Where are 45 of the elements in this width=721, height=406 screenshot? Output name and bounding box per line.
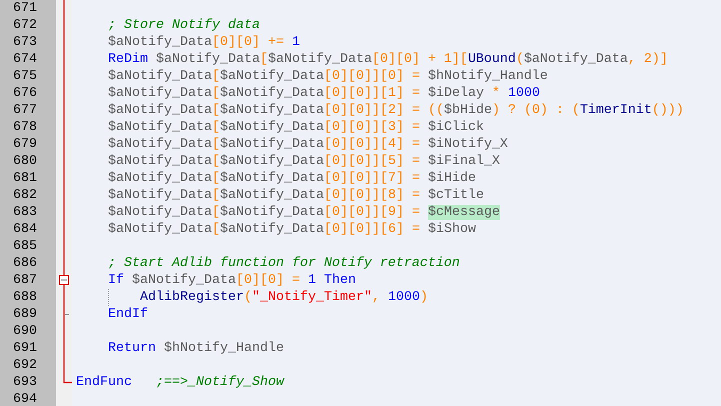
line-number: 693 [13, 374, 37, 391]
code-line: $aNotify_Data[$aNotify_Data[0][0]][4] = $iNotify_X [106, 136, 508, 153]
line-number: 672 [13, 17, 37, 34]
code-line: $aNotify_Data[$aNotify_Data[0][0]][0] = $hNotify_Handle [106, 68, 548, 85]
code-line: $aNotify_Data[$aNotify_Data[0][0]][9] = $cMessage [106, 204, 500, 221]
line-number: 679 [13, 136, 37, 153]
code-line: ; Store Notify data [106, 17, 260, 34]
code-line: Return $hNotify_Handle [106, 340, 284, 357]
line-number: 694 [13, 391, 37, 406]
line-number: 692 [13, 357, 37, 374]
fold-tick [64, 314, 70, 315]
line-number: 684 [13, 221, 37, 238]
line-number: 677 [13, 102, 37, 119]
code-line: $aNotify_Data[$aNotify_Data[0][0]][2] = (($bHide) ? (0) : (TimerInit())) [106, 102, 684, 119]
line-number: 674 [13, 51, 37, 68]
code-line: $aNotify_Data[0][0] += 1 [106, 34, 300, 51]
line-number: 671 [13, 0, 37, 17]
line-number: 687 [13, 272, 37, 289]
line-number: 686 [13, 255, 37, 272]
line-number: 689 [13, 306, 37, 323]
line-number: 681 [13, 170, 37, 187]
code-line: EndIf [106, 306, 148, 323]
line-number: 675 [13, 68, 37, 85]
code-line: ; Start Adlib function for Notify retraction [106, 255, 460, 272]
line-number: 682 [13, 187, 37, 204]
line-number: 683 [13, 204, 37, 221]
line-number: 688 [13, 289, 37, 306]
line-number: 690 [13, 323, 37, 340]
code-line: $aNotify_Data[$aNotify_Data[0][0]][1] = $iDelay * 1000 [106, 85, 540, 102]
line-number: 673 [13, 34, 37, 51]
collapse-button[interactable] [59, 275, 69, 285]
line-number: 691 [13, 340, 37, 357]
code-line: $aNotify_Data[$aNotify_Data[0][0]][8] = $cTitle [106, 187, 484, 204]
code-line: EndFunc ;==>_Notify_Show [76, 374, 284, 391]
code-line: ReDim $aNotify_Data[$aNotify_Data[0][0] + 1][UBound($aNotify_Data, 2)] [106, 51, 668, 68]
line-number: 685 [13, 238, 37, 255]
code-line: AdlibRegister("_Notify_Timer", 1000) [138, 289, 428, 306]
code-line: If $aNotify_Data[0][0] = 1 Then [106, 272, 356, 289]
code-line: $aNotify_Data[$aNotify_Data[0][0]][3] = $iClick [106, 119, 484, 136]
code-line: $aNotify_Data[$aNotify_Data[0][0]][5] = $iFinal_X [106, 153, 500, 170]
line-number: 678 [13, 119, 37, 136]
code-line: $aNotify_Data[$aNotify_Data[0][0]][7] = $iHide [106, 170, 476, 187]
line-number: 680 [13, 153, 37, 170]
line-number: 676 [13, 85, 37, 102]
code-line: $aNotify_Data[$aNotify_Data[0][0]][6] = $iShow [106, 221, 476, 238]
